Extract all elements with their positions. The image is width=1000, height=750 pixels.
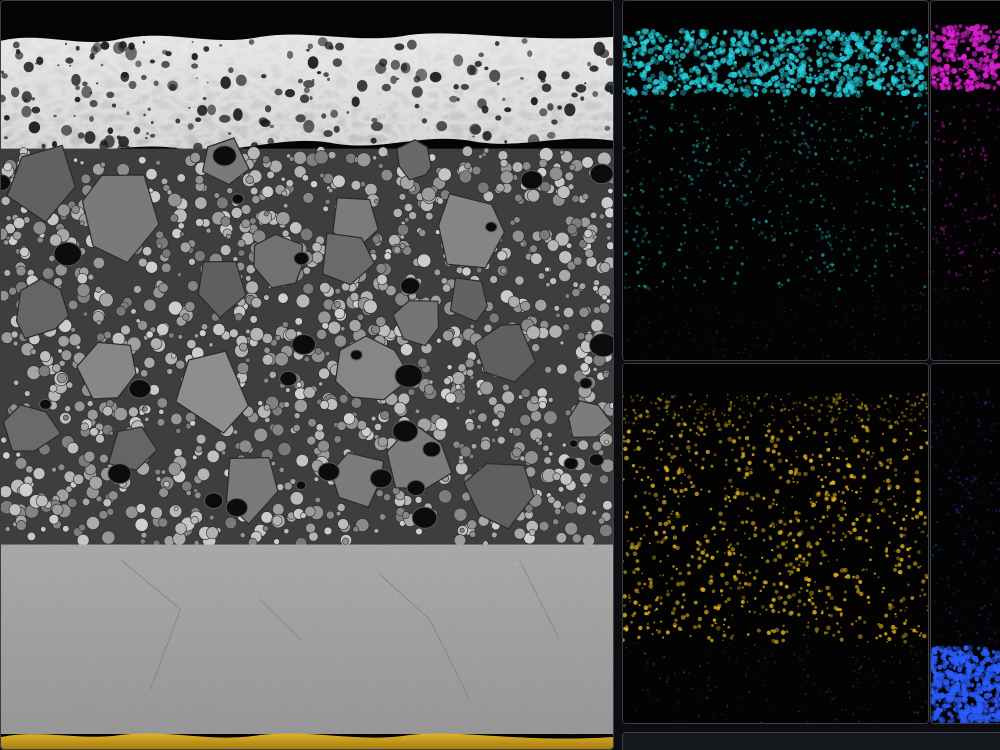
eds-mapping-workspace bbox=[0, 0, 1000, 750]
sem-image-viewport[interactable] bbox=[0, 0, 614, 750]
element-map-cyan-image bbox=[623, 1, 928, 360]
element-map-magenta[interactable] bbox=[930, 0, 1000, 361]
sem-cross-section-image bbox=[1, 1, 613, 749]
element-map-blue[interactable] bbox=[930, 363, 1000, 724]
element-map-yellow-image bbox=[623, 364, 928, 723]
element-map-yellow[interactable] bbox=[622, 363, 929, 724]
element-map-blue-image bbox=[931, 364, 1000, 723]
element-map-magenta-image bbox=[931, 1, 1000, 360]
element-map-cyan[interactable] bbox=[622, 0, 929, 361]
bottom-toolbar-panel bbox=[622, 732, 1000, 750]
